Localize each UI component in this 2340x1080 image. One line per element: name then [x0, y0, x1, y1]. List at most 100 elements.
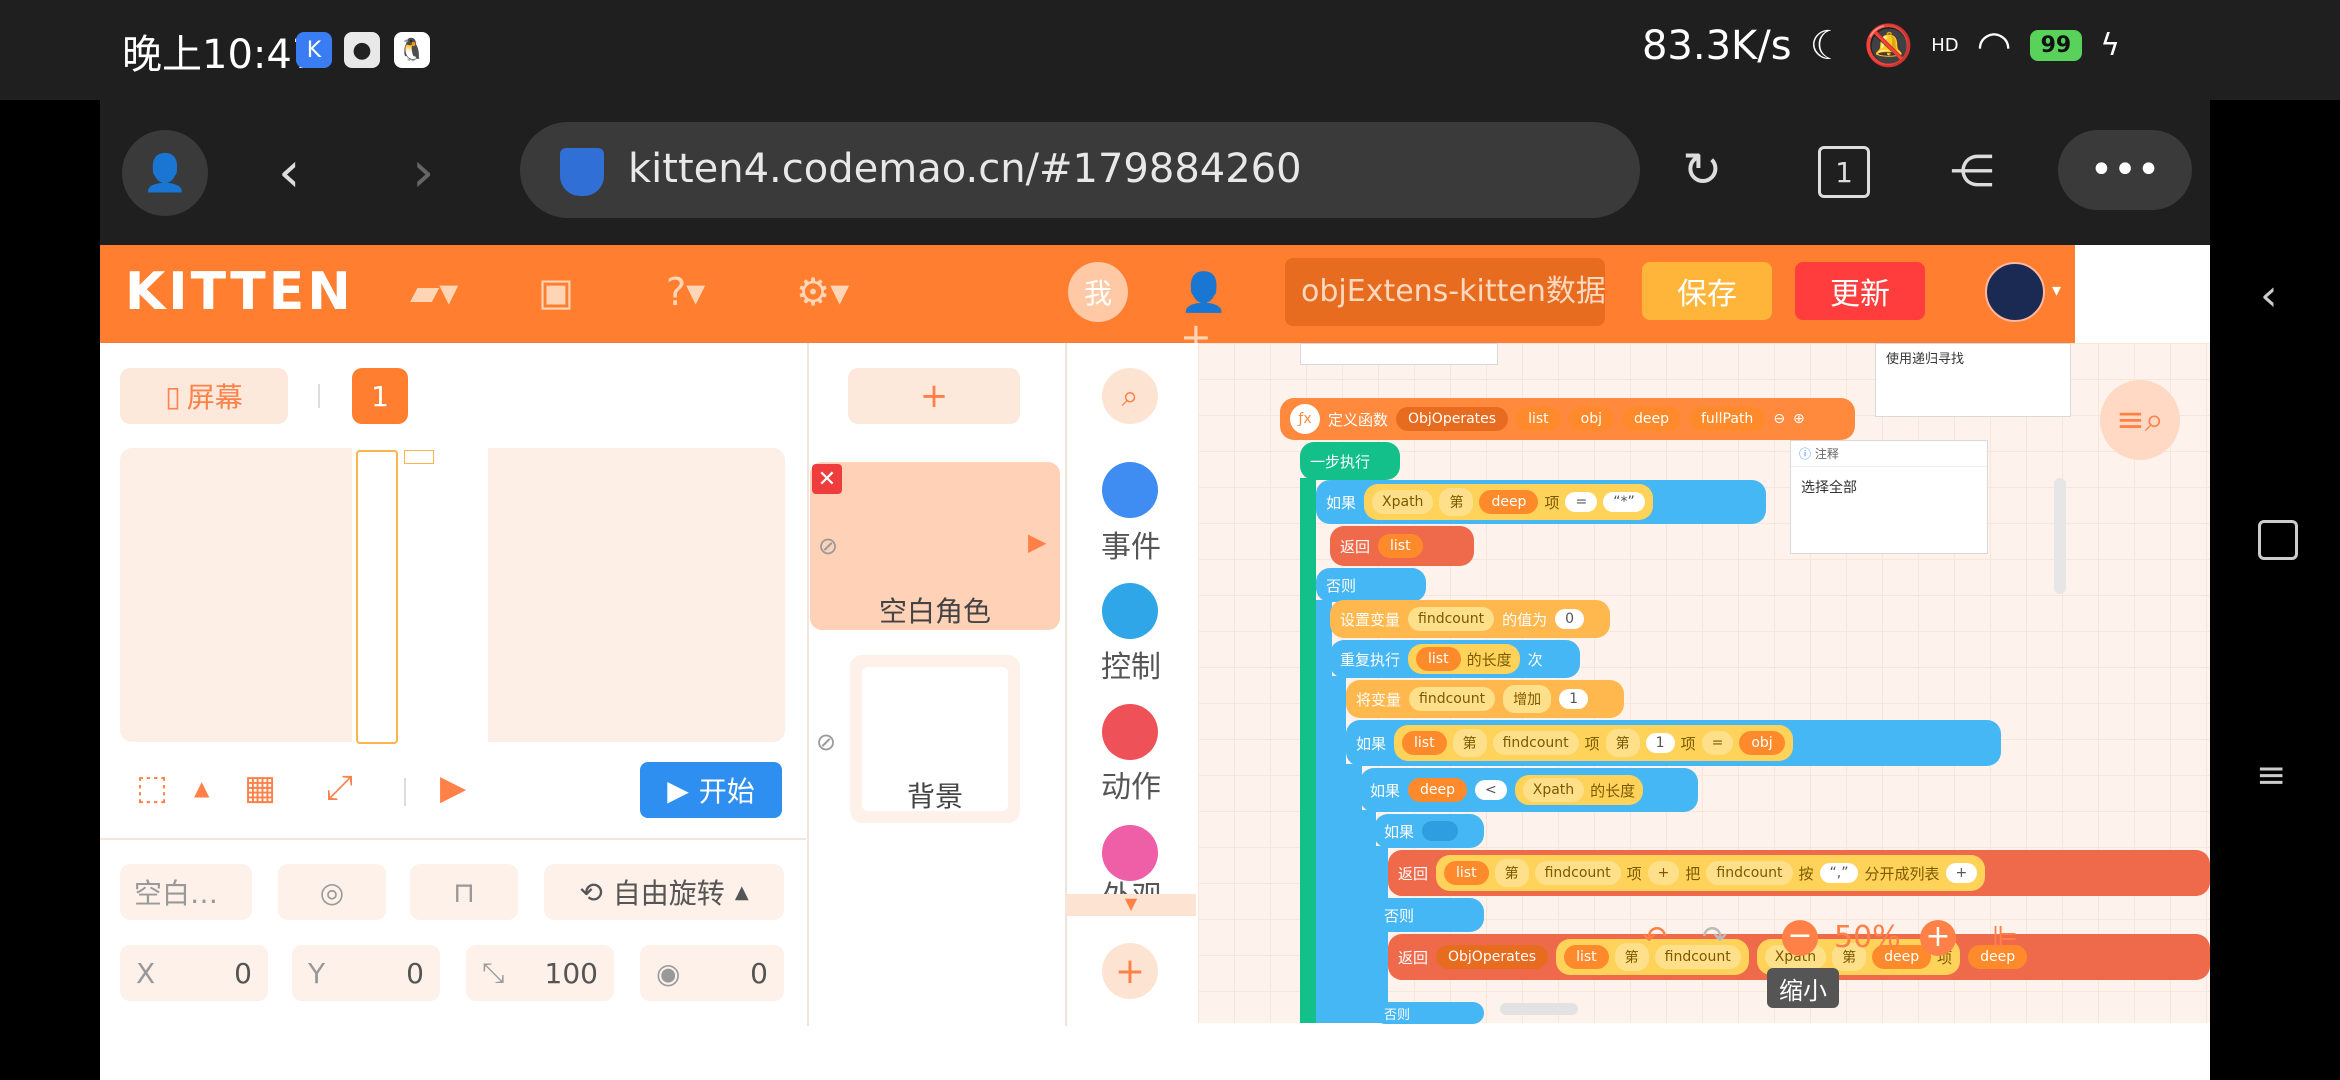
if-block[interactable]: 如果	[1374, 814, 1484, 848]
set-variable-block[interactable]: 设置变量 findcount 的值为 0	[1330, 600, 1610, 638]
nav-menu-icon[interactable]: ≡	[2256, 755, 2286, 796]
if-block[interactable]: 如果 Xpath 第 deep 项 = “*”	[1316, 480, 1766, 524]
role-card[interactable]: ✕ ⊘ ▶ 空白角色	[810, 462, 1060, 630]
tabs-button[interactable]: 1	[1818, 146, 1870, 198]
findcount-var[interactable]: findcount	[1409, 687, 1496, 711]
x-field[interactable]: X 0	[120, 945, 268, 1001]
delete-role-icon[interactable]: ✕	[812, 464, 842, 494]
avatar-dropdown-icon[interactable]: ▾	[2052, 280, 2061, 301]
xpath-var[interactable]: Xpath	[1522, 778, 1585, 802]
project-name-input[interactable]: objExtens-kitten数据…	[1285, 258, 1605, 326]
help-icon[interactable]: ?▾	[666, 270, 722, 314]
eye-off-icon[interactable]: ⊘	[816, 728, 836, 756]
function-call[interactable]: ObjOperates	[1436, 945, 1549, 969]
param-list[interactable]: list	[1516, 407, 1561, 431]
param-fullpath[interactable]: fullPath	[1688, 407, 1766, 431]
rotation-mode-select[interactable]: ⟲ 自由旋转 ▲	[544, 864, 784, 920]
avatar[interactable]	[1985, 262, 2045, 322]
remove-param-icon[interactable]: ⊖	[1773, 411, 1785, 427]
back-icon[interactable]: ‹	[278, 140, 300, 205]
deep-var[interactable]: deep	[1479, 490, 1539, 514]
nav-home-icon[interactable]	[2258, 520, 2298, 560]
comment-top[interactable]: 使用递归寻找	[1875, 343, 2071, 417]
vertical-scrollbar[interactable]	[2054, 478, 2066, 594]
findcount-var[interactable]: findcount	[1654, 945, 1741, 969]
video-icon[interactable]: ▶	[440, 768, 466, 808]
else-block[interactable]: 否则	[1316, 568, 1426, 602]
list-var[interactable]: list	[1378, 534, 1423, 558]
else-block[interactable]: 否则	[1374, 1002, 1484, 1024]
redo-icon[interactable]: ↷	[1702, 920, 1727, 955]
update-button[interactable]: 更新	[1795, 262, 1925, 320]
one-value[interactable]: 1	[1645, 733, 1675, 753]
fullscreen-small-icon[interactable]: ⬚	[136, 768, 168, 808]
chevron-right-icon[interactable]: ▶	[1028, 528, 1046, 556]
folder-icon[interactable]: ▰▾	[410, 270, 466, 314]
align-blocks-icon[interactable]: ⊫	[1992, 920, 2018, 955]
plus-select[interactable]: +	[1647, 861, 1680, 885]
zoom-in-button[interactable]: +	[1920, 920, 1956, 956]
caret-up-icon[interactable]: ▲	[194, 776, 209, 800]
lock-toggle[interactable]: ⊓	[410, 864, 518, 920]
events-icon[interactable]	[1102, 462, 1158, 518]
list-var[interactable]: list	[1564, 945, 1609, 969]
y-field[interactable]: Y 0	[292, 945, 440, 1001]
findcount-var[interactable]: findcount	[1408, 607, 1495, 631]
nth-select[interactable]: 第	[1452, 729, 1487, 757]
note-comment[interactable]: ⓘ 注释 选择全部	[1790, 440, 1988, 554]
nth-select[interactable]: 第	[1605, 729, 1640, 757]
forward-icon[interactable]: ›	[412, 140, 434, 205]
param-deep[interactable]: deep	[1621, 407, 1681, 431]
step-exec-block[interactable]: 一步执行	[1300, 442, 1400, 480]
share-icon[interactable]: ⋲	[1950, 146, 1994, 197]
settings-icon[interactable]: ⚙▾	[796, 270, 852, 314]
obj-var[interactable]: obj	[1739, 731, 1785, 755]
stage-preview[interactable]	[120, 448, 785, 744]
search-icon[interactable]: ⌕	[1102, 368, 1158, 424]
list-var[interactable]: list	[1444, 861, 1489, 885]
one-value[interactable]: 1	[1559, 689, 1589, 709]
category-control[interactable]: 控制	[1085, 642, 1177, 686]
add-user-icon[interactable]: 👤+	[1180, 270, 1236, 359]
repeat-block[interactable]: 重复执行 list 的长度 次	[1330, 640, 1580, 678]
empty-condition-slot[interactable]	[1422, 821, 1459, 841]
add-role-button[interactable]: +	[848, 368, 1020, 424]
function-name[interactable]: ObjOperates	[1396, 407, 1509, 431]
nth-select[interactable]: 第	[1494, 859, 1529, 887]
horizontal-scrollbar[interactable]	[1500, 1003, 1578, 1015]
eq-select[interactable]: =	[1565, 492, 1598, 512]
category-looks[interactable]: 外观	[1086, 872, 1178, 894]
visibility-toggle[interactable]: ◎	[278, 864, 386, 920]
nav-back-icon[interactable]: ‹	[2260, 270, 2278, 321]
motion-icon[interactable]	[1102, 704, 1158, 760]
lt-select[interactable]: <	[1475, 780, 1507, 800]
background-card[interactable]: 背景	[850, 655, 1020, 823]
deep-var[interactable]: deep	[1408, 778, 1468, 802]
if-block[interactable]: 如果 deep < Xpath 的长度	[1360, 768, 1698, 812]
findcount-var[interactable]: findcount	[1534, 861, 1621, 885]
add-extension-icon[interactable]: +	[1102, 943, 1158, 999]
findcount-var[interactable]: findcount	[1706, 861, 1793, 885]
backpack-icon[interactable]: ▣	[538, 270, 594, 314]
direction-field[interactable]: ◉ 0	[640, 945, 784, 1001]
profile-icon[interactable]: 👤	[122, 130, 208, 216]
if-block[interactable]: 如果 list 第 findcount 项 第 1 项 = obj	[1346, 720, 2001, 766]
screen-button[interactable]: ▯ 屏幕	[120, 368, 288, 424]
url-text[interactable]: kitten4.codemao.cn/#179884260	[628, 146, 1302, 192]
return-block[interactable]: 返回 list	[1330, 526, 1474, 566]
category-motion[interactable]: 动作	[1085, 762, 1177, 806]
me-badge[interactable]: 我	[1068, 262, 1128, 322]
add-param-icon[interactable]: ⊕	[1793, 411, 1805, 427]
findcount-var[interactable]: findcount	[1492, 731, 1579, 755]
start-button[interactable]: ▶ 开始	[640, 762, 782, 818]
comment-box[interactable]	[1300, 343, 1498, 365]
param-obj[interactable]: obj	[1568, 407, 1614, 431]
zoom-out-button[interactable]: −	[1782, 920, 1818, 956]
comma-string[interactable]: “,”	[1819, 863, 1859, 883]
screen-number-tab[interactable]: 1	[352, 368, 408, 424]
undo-icon[interactable]: ↶	[1642, 920, 1667, 955]
sprite-name-field[interactable]: 空白…	[120, 864, 252, 920]
increase-select[interactable]: 增加	[1503, 685, 1552, 713]
scroll-down-icon[interactable]: ▼	[1066, 894, 1196, 916]
xpath-var[interactable]: Xpath	[1372, 490, 1434, 514]
